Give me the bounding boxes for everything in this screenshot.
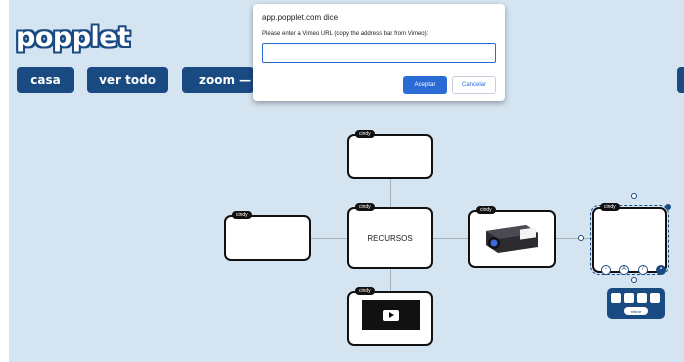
cancelar-button[interactable]: Cancelar [452,76,496,94]
left-handle[interactable] [578,235,584,241]
pencil-icon[interactable]: / [638,265,648,275]
square-icon[interactable]: ▫ [601,265,611,275]
author-tag: cindy [600,203,620,211]
zoom-button[interactable]: zoom — [182,67,254,93]
youtube-icon[interactable] [637,293,647,303]
right-edge-button[interactable] [677,67,684,93]
vimeo-icon[interactable] [624,293,634,303]
author-tag: cindy [232,211,252,219]
popple-left[interactable]: cindy [224,211,311,261]
play-icon[interactable] [383,309,399,321]
popple-selected[interactable]: cindy [590,203,669,275]
author-tag: cindy [355,130,375,138]
retirar-button[interactable]: retirar [624,307,648,315]
aceptar-button[interactable]: Aceptar [403,76,447,94]
ver-todo-button[interactable]: ver todo [87,67,168,93]
resize-handle[interactable] [665,204,671,210]
vimeo-url-input[interactable] [262,43,496,63]
connector-line [555,238,592,239]
popple-projector-image[interactable]: cindy [468,206,556,268]
download-icon[interactable] [611,293,621,303]
casa-button[interactable]: casa [17,67,74,93]
projector-image [486,225,538,253]
author-tag: cindy [355,287,375,295]
popple-text: RECURSOS [367,233,413,243]
connector-line [390,178,391,208]
video-thumbnail[interactable] [362,300,420,330]
image-icon[interactable]: ▪ [656,265,666,275]
popple-video[interactable]: cindy [347,287,433,346]
bottom-handle[interactable] [631,277,637,283]
popple-center[interactable]: cindy RECURSOS [347,203,433,269]
media-panel: retirar [607,288,665,319]
popple-top[interactable]: cindy [347,130,433,179]
connector-line [310,238,348,239]
author-tag: cindy [476,206,496,214]
connector-line [432,238,470,239]
vimeo-url-dialog: app.popplet.com dice Please enter a Vime… [253,4,505,101]
text-icon[interactable]: A [619,265,629,275]
image-icon[interactable] [650,293,660,303]
dialog-message: Please enter a Vimeo URL (copy the addre… [262,31,429,37]
popplet-canvas[interactable]: popplet casa ver todo zoom — cindy cindy… [0,0,684,362]
popplet-logo: popplet [16,22,130,53]
top-handle[interactable] [631,193,637,199]
connector-line [390,268,391,291]
dialog-title: app.popplet.com dice [262,13,339,22]
